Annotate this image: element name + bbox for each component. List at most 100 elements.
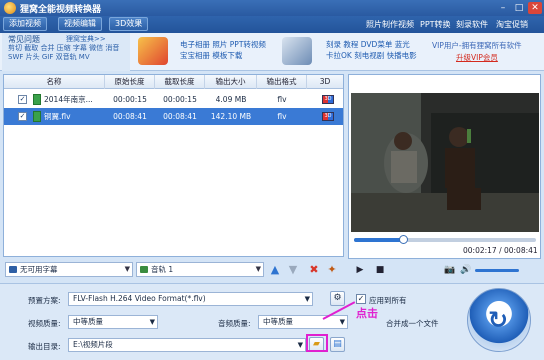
top-link-taobao[interactable]: 淘宝促销 bbox=[496, 19, 528, 30]
subtitle-icon bbox=[9, 266, 17, 273]
row-checkbox[interactable]: ✓ bbox=[18, 112, 27, 121]
table-row[interactable]: ✓ 2014年南京... 00:00:15 00:00:15 4.09 MB f… bbox=[4, 91, 343, 108]
seek-progress bbox=[354, 238, 404, 242]
preview-player: 00:02:17 / 00:08:41 bbox=[348, 74, 541, 259]
col-clip-length[interactable]: 截取长度 bbox=[155, 75, 205, 89]
video-file-icon bbox=[33, 111, 41, 122]
minimize-button[interactable]: – bbox=[496, 2, 510, 14]
promo-burn-line1[interactable]: 刻录 教程 DVD菜单 蓝光 bbox=[326, 39, 410, 50]
output-dir-label: 输出目录: bbox=[28, 342, 61, 351]
settings-icon[interactable]: ✦ bbox=[325, 263, 339, 277]
delete-icon[interactable]: ✖ bbox=[307, 263, 321, 277]
top-link-burn[interactable]: 刻录软件 bbox=[456, 19, 488, 30]
row-checkbox[interactable]: ✓ bbox=[18, 95, 27, 104]
camera-icon[interactable]: 📷 bbox=[444, 264, 456, 276]
file-table: 名称 原始长度 截取长度 输出大小 输出格式 3D ✓ 2014年南京... 0… bbox=[3, 74, 344, 257]
volume-icon[interactable]: 🔊 bbox=[460, 264, 472, 276]
col-output-size[interactable]: 输出大小 bbox=[205, 75, 257, 89]
promo-strip: 常见问题 狸窝宝典>> 剪切 截取 合并 压缩 字幕 微信 消音 SWF 片头 … bbox=[0, 33, 544, 71]
audio-quality-select[interactable]: 中等质量 ▼ bbox=[258, 315, 348, 329]
seek-handle[interactable] bbox=[399, 235, 409, 244]
3d-icon[interactable]: 3D bbox=[322, 112, 334, 121]
row-original-length: 00:00:15 bbox=[113, 95, 147, 104]
video-quality-label: 视频质量: bbox=[28, 319, 61, 328]
add-video-button[interactable]: 添加视频 bbox=[3, 17, 47, 31]
faq-bao-link[interactable]: 狸窝宝典>> bbox=[66, 34, 106, 44]
row-name: 铜翼.flv bbox=[44, 112, 71, 121]
stop-icon[interactable]: ■ bbox=[374, 264, 386, 276]
audio-icon bbox=[140, 266, 148, 273]
apply-all-checkbox[interactable]: ✓ bbox=[356, 294, 366, 304]
convert-arrow-icon: ↻ bbox=[488, 306, 509, 334]
row-name: 2014年南京... bbox=[44, 95, 93, 104]
video-quality-value: 中等质量 bbox=[73, 317, 103, 326]
vip-info[interactable]: VIP用户-拥有狸窝所有软件 bbox=[432, 40, 522, 51]
vip-upgrade-link[interactable]: 升级VIP会员 bbox=[456, 52, 498, 63]
playback-time: 00:02:17 / 00:08:41 bbox=[463, 246, 538, 255]
3d-icon[interactable]: 3D bbox=[322, 95, 334, 104]
subtitle-select-value: 无可用字幕 bbox=[20, 265, 58, 274]
player-controls: ▶ ■ 📷 🔊 bbox=[348, 262, 541, 278]
col-name[interactable]: 名称 bbox=[4, 75, 105, 89]
preset-value: FLV-Flash H.264 Video Format(*.flv) bbox=[73, 294, 206, 303]
close-button[interactable]: ✕ bbox=[528, 2, 542, 14]
faq-panel: 常见问题 狸窝宝典>> 剪切 截取 合并 压缩 字幕 微信 消音 SWF 片头 … bbox=[2, 33, 130, 71]
row-output-format: flv bbox=[277, 95, 287, 104]
app-window: 狸窝全能视频转换器 – □ ✕ 添加视频 视频编辑 3D效果 照片制作视频 PP… bbox=[0, 0, 544, 360]
col-original-length[interactable]: 原始长度 bbox=[105, 75, 155, 89]
table-row[interactable]: ✓ 铜翼.flv 00:08:41 00:08:41 142.10 MB flv… bbox=[4, 108, 343, 125]
photo-album-icon[interactable] bbox=[138, 37, 168, 65]
table-header: 名称 原始长度 截取长度 输出大小 输出格式 3D bbox=[4, 75, 343, 89]
audio-track-select-value: 音轨 1 bbox=[151, 265, 174, 274]
convert-button[interactable]: ↻ bbox=[467, 288, 531, 352]
click-annotation: 点击 bbox=[356, 307, 378, 320]
video-quality-select[interactable]: 中等质量 ▼ bbox=[68, 315, 158, 329]
promo-burn-line2[interactable]: 卡拉OK 刻电视剧 快播电影 bbox=[326, 50, 417, 61]
window-title: 狸窝全能视频转换器 bbox=[20, 5, 102, 15]
output-dir-field[interactable]: E:\视频片段 ▼ bbox=[68, 338, 306, 352]
settings-panel: 预置方案: FLV-Flash H.264 Video Format(*.flv… bbox=[0, 283, 544, 360]
top-link-ppt[interactable]: PPT转换 bbox=[420, 19, 451, 30]
promo-photo-line1[interactable]: 电子相册 照片 PPT转视频 bbox=[180, 39, 266, 50]
output-dir-value: E:\视频片段 bbox=[73, 340, 113, 349]
chevron-down-icon: ▼ bbox=[304, 295, 310, 303]
move-up-icon[interactable]: ▲ bbox=[268, 263, 282, 277]
preset-label: 预置方案: bbox=[28, 296, 61, 305]
edit-video-button[interactable]: 视频编辑 bbox=[58, 17, 102, 31]
play-icon[interactable]: ▶ bbox=[354, 264, 366, 276]
annotation-highlight bbox=[306, 334, 328, 352]
preset-settings-icon[interactable]: ⚙ bbox=[330, 291, 345, 306]
chevron-down-icon: ▼ bbox=[149, 318, 155, 326]
audio-track-select[interactable]: 音轨 1 ▼ bbox=[136, 262, 264, 277]
video-file-icon bbox=[33, 94, 41, 105]
top-link-photo-video[interactable]: 照片制作视频 bbox=[366, 19, 414, 30]
title-bar: 狸窝全能视频转换器 – □ ✕ bbox=[0, 0, 544, 16]
faq-links[interactable]: 剪切 截取 合并 压缩 字幕 微信 消音 SWF 片头 GIF 双音轨 MV bbox=[8, 44, 130, 62]
col-3d[interactable]: 3D bbox=[307, 75, 343, 89]
chevron-down-icon: ▼ bbox=[255, 265, 261, 273]
row-clip-length: 00:08:41 bbox=[163, 112, 197, 121]
promo-photo-line2[interactable]: 宝宝相册 模板下载 bbox=[180, 50, 242, 61]
move-down-icon[interactable]: ▼ bbox=[286, 263, 300, 277]
row-clip-length: 00:00:15 bbox=[163, 95, 197, 104]
row-output-size: 142.10 MB bbox=[210, 112, 252, 121]
col-output-format[interactable]: 输出格式 bbox=[257, 75, 307, 89]
chevron-down-icon: ▼ bbox=[297, 341, 303, 349]
open-output-icon[interactable]: ▤ bbox=[330, 337, 345, 352]
app-logo-icon bbox=[4, 2, 16, 14]
maximize-button[interactable]: □ bbox=[512, 2, 526, 14]
preset-select[interactable]: FLV-Flash H.264 Video Format(*.flv) ▼ bbox=[68, 292, 313, 306]
row-original-length: 00:08:41 bbox=[113, 112, 147, 121]
merge-label[interactable]: 合并成一个文件 bbox=[386, 318, 439, 329]
subtitle-select[interactable]: 无可用字幕 ▼ bbox=[5, 262, 133, 277]
top-toolbar: 添加视频 视频编辑 3D效果 照片制作视频 PPT转换 刻录软件 淘宝促销 bbox=[0, 16, 544, 33]
volume-slider[interactable] bbox=[475, 269, 520, 272]
row-output-format: flv bbox=[277, 112, 287, 121]
video-frame bbox=[351, 93, 539, 232]
chevron-down-icon: ▼ bbox=[339, 318, 345, 326]
dvd-burn-icon[interactable] bbox=[282, 37, 312, 65]
3d-effect-button[interactable]: 3D效果 bbox=[109, 17, 149, 31]
audio-quality-label: 音频质量: bbox=[218, 319, 251, 328]
audio-quality-value: 中等质量 bbox=[263, 317, 293, 326]
seek-bar[interactable] bbox=[354, 235, 536, 244]
